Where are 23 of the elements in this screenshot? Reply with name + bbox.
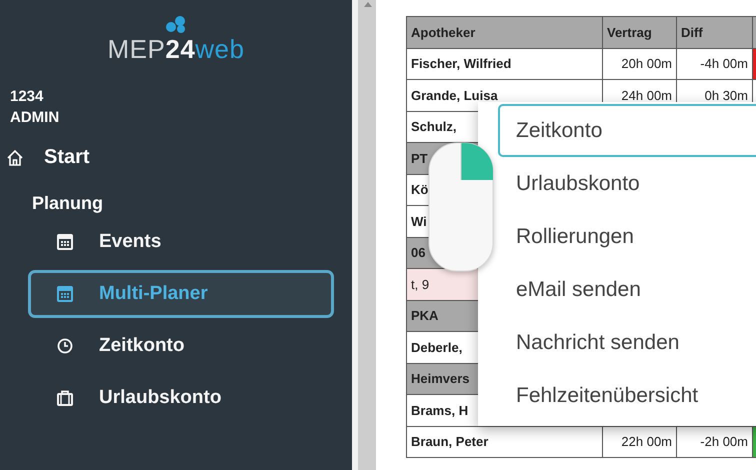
table-cell: 20h 00m	[602, 48, 676, 80]
menu-item[interactable]: Zeitkonto	[498, 104, 756, 157]
scrollbar[interactable]	[352, 0, 376, 470]
clock-icon	[57, 338, 73, 354]
column-header: Vertrag	[602, 16, 676, 48]
start-link[interactable]: Start	[0, 128, 352, 169]
calendar-icon	[57, 286, 73, 302]
logo-icon	[164, 14, 188, 34]
column-header: Diff	[676, 16, 752, 48]
briefcase-icon	[57, 390, 73, 406]
nav-item[interactable]: Zeitkonto	[28, 322, 334, 370]
scroll-up-icon[interactable]	[364, 2, 372, 7]
column-header: Apotheker	[406, 16, 602, 48]
nav-item[interactable]: Multi-Planer	[28, 270, 334, 318]
home-icon	[6, 148, 24, 166]
logo-text: MEP24web	[108, 34, 244, 64]
user-id: 1234	[10, 87, 44, 107]
calendar-icon	[57, 234, 73, 250]
nav-item[interactable]: Events	[28, 218, 334, 266]
nav-item[interactable]: Urlaubskonto	[28, 374, 334, 422]
section-heading: Planung	[31, 192, 104, 214]
table-cell: Fischer, Wilfried	[406, 48, 602, 80]
user-role: ADMIN	[10, 108, 60, 128]
